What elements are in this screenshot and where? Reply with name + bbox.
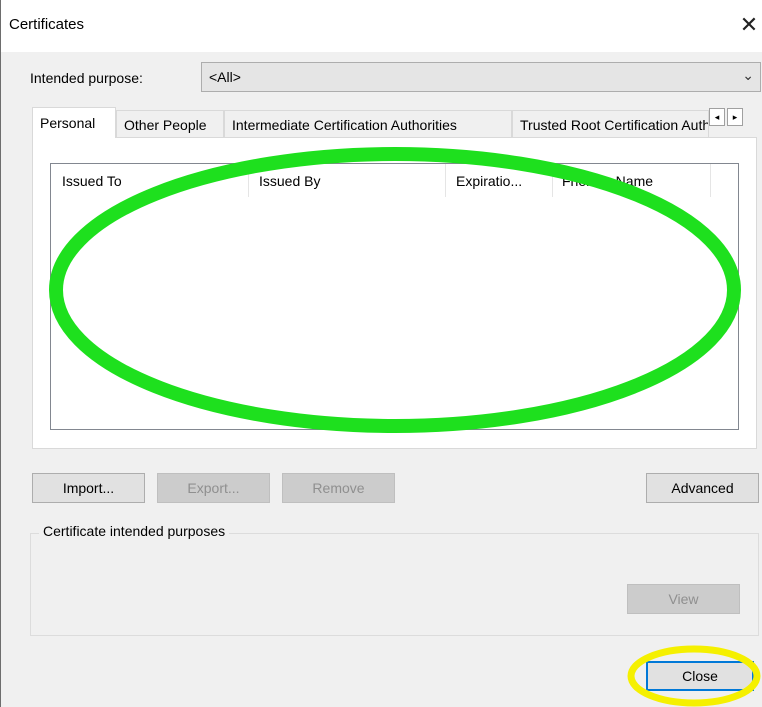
close-icon[interactable]: ✕ xyxy=(735,12,762,40)
intended-purposes-group-label: Certificate intended purposes xyxy=(39,523,230,539)
window-title: Certificates xyxy=(9,16,85,33)
import-button[interactable]: Import... xyxy=(32,473,145,503)
column-separator xyxy=(445,164,446,197)
tab-label: Intermediate Certification Authorities xyxy=(232,117,457,133)
chevron-down-icon: ⌄ xyxy=(742,67,754,83)
tab-other-people[interactable]: Other People xyxy=(116,110,224,138)
tab-scroll-left-button[interactable]: ◂ xyxy=(709,108,725,126)
tab-scroll-right-button[interactable]: ▸ xyxy=(727,108,743,126)
intended-purpose-label: Intended purpose: xyxy=(30,70,143,86)
column-separator xyxy=(248,164,249,197)
column-separator xyxy=(552,164,553,197)
tab-panel-personal: Issued To Issued By Expiratio... Friendl… xyxy=(32,137,757,449)
remove-button[interactable]: Remove xyxy=(282,473,395,503)
arrow-left-icon: ◂ xyxy=(714,112,720,122)
column-header-issued-by[interactable]: Issued By xyxy=(259,173,439,189)
tab-trusted-root-ca[interactable]: Trusted Root Certification Authorities xyxy=(512,110,709,138)
tab-label: Other People xyxy=(124,117,207,133)
intended-purpose-value: <All> xyxy=(209,69,241,85)
close-button[interactable]: Close xyxy=(646,661,754,691)
export-button[interactable]: Export... xyxy=(157,473,270,503)
tab-intermediate-ca[interactable]: Intermediate Certification Authorities xyxy=(224,110,512,138)
intended-purpose-select[interactable]: <All> ⌄ xyxy=(201,62,761,92)
certificate-list[interactable]: Issued To Issued By Expiratio... Friendl… xyxy=(50,163,739,430)
title-bar: Certificates ✕ xyxy=(1,0,762,52)
column-separator xyxy=(710,164,711,197)
tab-label: Personal xyxy=(40,115,96,131)
column-header-issued-to[interactable]: Issued To xyxy=(62,173,242,189)
advanced-button[interactable]: Advanced xyxy=(646,473,759,503)
tab-personal[interactable]: Personal xyxy=(32,107,116,138)
certificates-dialog: Certificates ✕ Intended purpose: <All> ⌄… xyxy=(0,0,762,707)
tab-label: Trusted Root Certification Authorities xyxy=(520,117,708,133)
arrow-right-icon: ▸ xyxy=(732,112,738,122)
view-button[interactable]: View xyxy=(627,584,740,614)
column-header-expiration[interactable]: Expiratio... xyxy=(456,173,548,189)
column-header-friendly-name[interactable]: Friendly Name xyxy=(562,173,702,189)
